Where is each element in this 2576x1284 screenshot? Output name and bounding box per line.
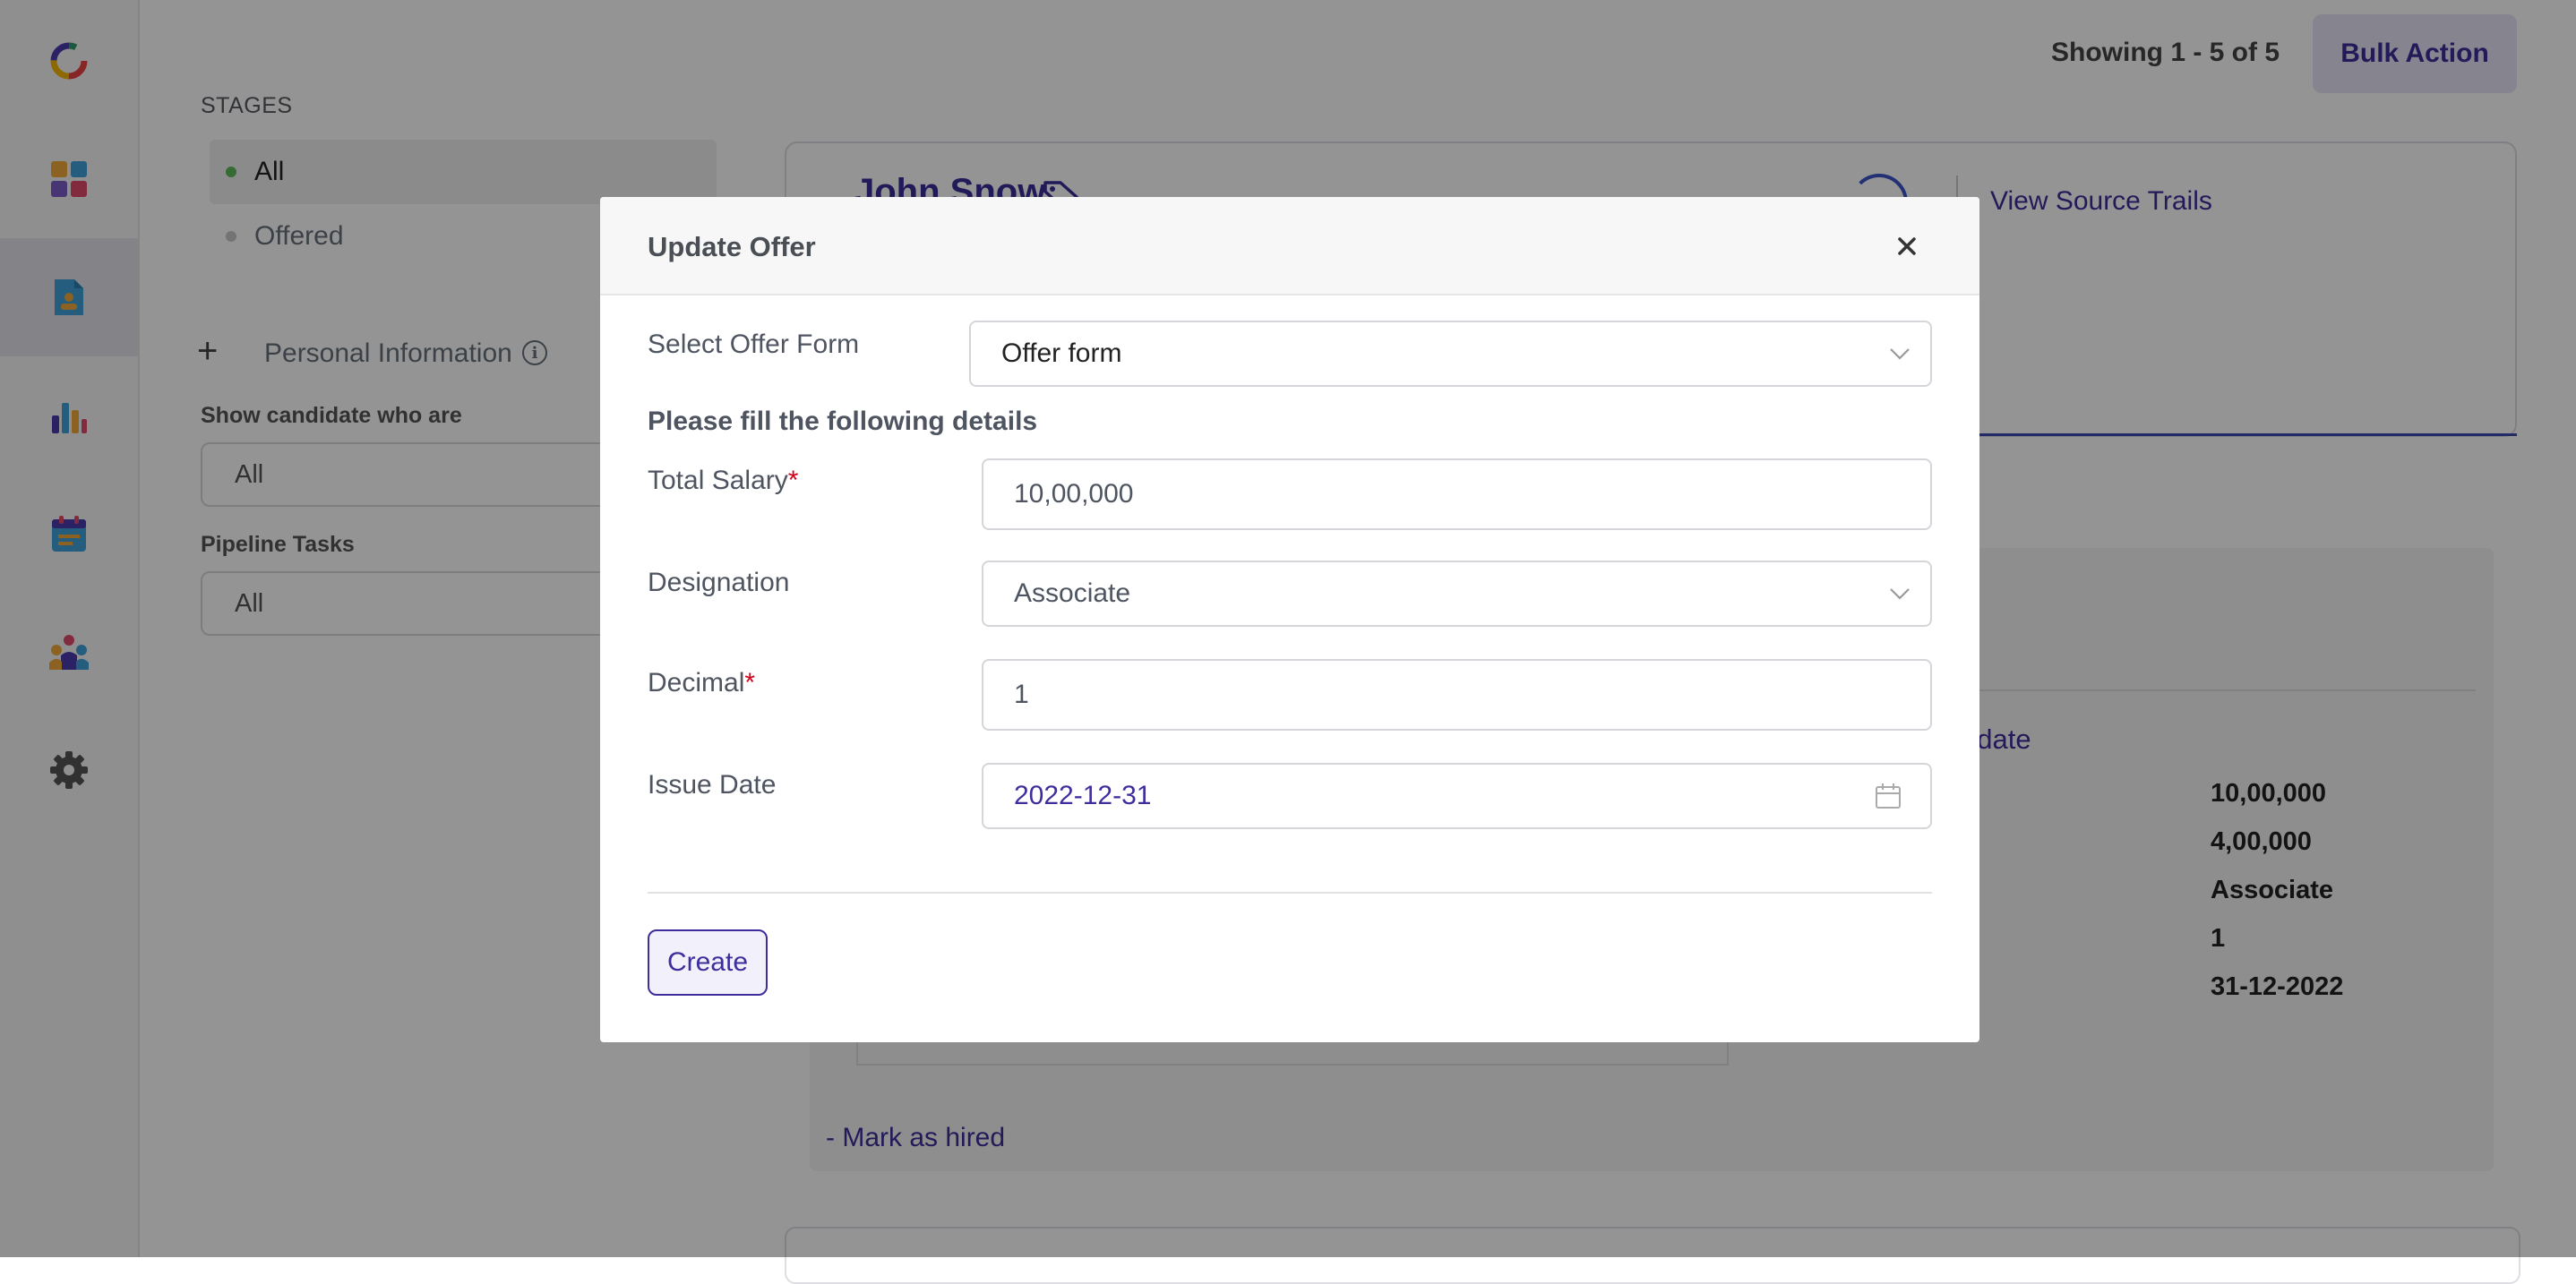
total-salary-value: 10,00,000 (1014, 479, 1134, 509)
decimal-input[interactable]: 1 (982, 659, 1932, 731)
issue-date-input[interactable]: 2022-12-31 (982, 763, 1932, 829)
modal-title: Update Offer (648, 231, 816, 262)
designation-select[interactable]: Associate (982, 561, 1932, 627)
decimal-value: 1 (1014, 680, 1029, 709)
decimal-label: Decimal* (648, 668, 755, 698)
chevron-down-icon (1890, 348, 1910, 360)
create-button[interactable]: Create (648, 929, 768, 996)
details-heading: Please fill the following details (648, 407, 1038, 436)
issue-date-value: 2022-12-31 (1014, 781, 1152, 810)
close-button[interactable] (1885, 224, 1929, 269)
chevron-down-icon (1890, 588, 1910, 600)
total-salary-label: Total Salary* (648, 466, 798, 496)
required-marker: * (744, 668, 756, 698)
designation-select-value: Associate (1014, 578, 1131, 608)
designation-label: Designation (648, 568, 790, 597)
divider (648, 892, 1932, 894)
decimal-label-text: Decimal (648, 668, 745, 698)
offer-form-select[interactable]: Offer form (969, 321, 1932, 387)
total-salary-label-text: Total Salary (648, 466, 788, 495)
offer-form-select-value: Offer form (1001, 338, 1122, 368)
close-icon (1898, 237, 1916, 255)
issue-date-label: Issue Date (648, 770, 777, 800)
total-salary-input[interactable]: 10,00,000 (982, 458, 1932, 530)
update-offer-modal: Update Offer Select Offer Form Offer for… (600, 197, 1979, 1042)
calendar-icon[interactable] (1875, 783, 1902, 809)
required-marker: * (787, 466, 799, 495)
select-offer-form-label: Select Offer Form (648, 330, 860, 359)
